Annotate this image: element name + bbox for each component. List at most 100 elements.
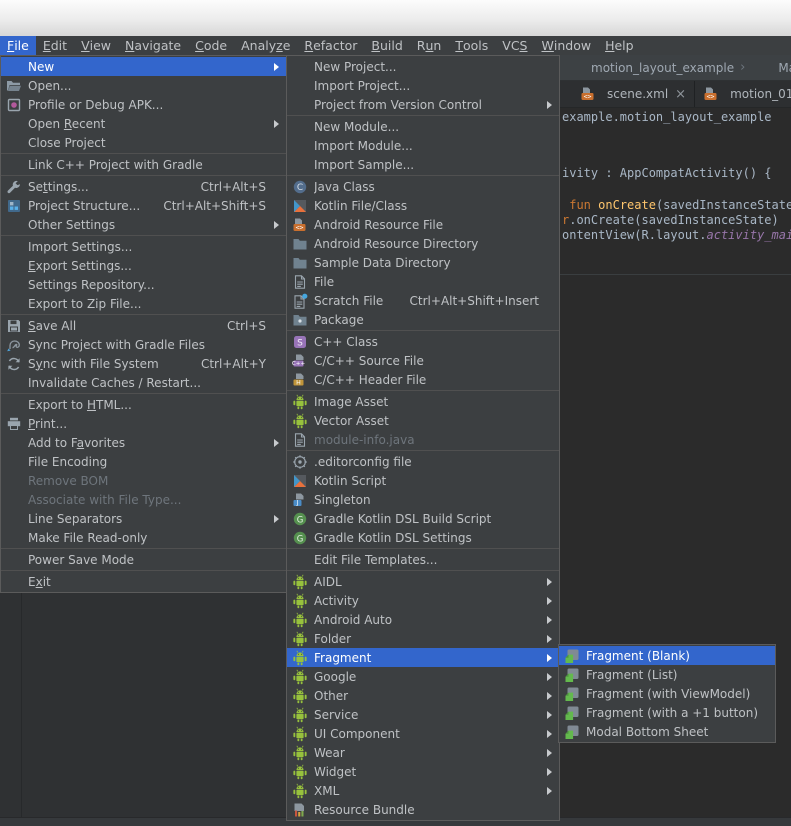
menu-item-close-project[interactable]: Close Project <box>1 133 286 152</box>
menu-item-invalidate-caches-restart[interactable]: Invalidate Caches / Restart... <box>1 373 286 392</box>
menu-item-project-from-version-control[interactable]: Project from Version Control <box>287 95 559 114</box>
menu-item-wear[interactable]: Wear <box>287 743 559 762</box>
editor-tab-motion-01-cl[interactable]: <>motion_01_cl_ <box>695 81 791 107</box>
menu-item-service[interactable]: Service <box>287 705 559 724</box>
menu-item-import-sample[interactable]: Import Sample... <box>287 155 559 174</box>
breadcrumb-project[interactable]: motion_layout_example <box>591 61 734 75</box>
menu-item-kotlin-file-class[interactable]: Kotlin File/Class <box>287 196 559 215</box>
menu-item-fragment-with-a-1-button[interactable]: Fragment (with a +1 button) <box>559 703 775 722</box>
menu-item-new-project[interactable]: New Project... <box>287 57 559 76</box>
menu-item-associate-with-file-type[interactable]: Associate with File Type... <box>1 490 286 509</box>
menu-item-singleton[interactable]: JSingleton <box>287 490 559 509</box>
menu-item-folder[interactable]: Folder <box>287 629 559 648</box>
menu-item-scratch-file[interactable]: Scratch FileCtrl+Alt+Shift+Insert <box>287 291 559 310</box>
menu-item-label: File Encoding <box>28 455 268 469</box>
menu-item-resource-bundle[interactable]: Resource Bundle <box>287 800 559 819</box>
menu-item-fragment-with-viewmodel[interactable]: Fragment (with ViewModel) <box>559 684 775 703</box>
menu-item-gradle-kotlin-dsl-settings[interactable]: GGradle Kotlin DSL Settings <box>287 528 559 547</box>
menu-item-gradle-kotlin-dsl-build-script[interactable]: GGradle Kotlin DSL Build Script <box>287 509 559 528</box>
menu-item-other-settings[interactable]: Other Settings <box>1 215 286 234</box>
menu-item-java-class[interactable]: CJava Class <box>287 177 559 196</box>
menu-item-module-info-java[interactable]: module-info.java <box>287 430 559 449</box>
menubar-item-refactor[interactable]: Refactor <box>297 36 364 55</box>
android-icon <box>292 707 308 723</box>
breadcrumb-class[interactable]: MainAc <box>778 61 791 75</box>
menu-item-kotlin-script[interactable]: Kotlin Script <box>287 471 559 490</box>
mnemonic-underline: S <box>520 38 528 53</box>
menubar-item-view[interactable]: View <box>74 36 118 55</box>
menubar-item-edit[interactable]: Edit <box>36 36 74 55</box>
menu-item-sample-data-directory[interactable]: Sample Data Directory <box>287 253 559 272</box>
menu-item-file[interactable]: File <box>287 272 559 291</box>
menu-item-xml[interactable]: XML <box>287 781 559 800</box>
blank-icon <box>292 552 308 568</box>
menu-item-vector-asset[interactable]: Vector Asset <box>287 411 559 430</box>
menubar-item-navigate[interactable]: Navigate <box>118 36 188 55</box>
menubar-item-tools[interactable]: Tools <box>448 36 495 55</box>
menu-item-fragment-list[interactable]: Fragment (List) <box>559 665 775 684</box>
menu-item-export-to-html[interactable]: Export to HTML... <box>1 395 286 414</box>
menubar-item-analyze[interactable]: Analyze <box>234 36 297 55</box>
menu-item-image-asset[interactable]: Image Asset <box>287 392 559 411</box>
folder-icon <box>292 255 308 271</box>
menubar-item-file[interactable]: File <box>0 36 36 55</box>
menu-item-open-recent[interactable]: Open Recent <box>1 114 286 133</box>
menu-item-import-module[interactable]: Import Module... <box>287 136 559 155</box>
menu-item-widget[interactable]: Widget <box>287 762 559 781</box>
menu-item-line-separators[interactable]: Line Separators <box>1 509 286 528</box>
menu-item-google[interactable]: Google <box>287 667 559 686</box>
menu-item-activity[interactable]: Activity <box>287 591 559 610</box>
menu-item-settings-repository[interactable]: Settings Repository... <box>1 275 286 294</box>
menu-item-export-to-zip-file[interactable]: Export to Zip File... <box>1 294 286 313</box>
menu-item-android-resource-directory[interactable]: Android Resource Directory <box>287 234 559 253</box>
menu-item-exit[interactable]: Exit <box>1 572 286 591</box>
menu-item-settings[interactable]: Settings...Ctrl+Alt+S <box>1 177 286 196</box>
blank-icon <box>6 397 22 413</box>
menu-item-export-settings[interactable]: Export Settings... <box>1 256 286 275</box>
menu-item-android-resource-file[interactable]: <>Android Resource File <box>287 215 559 234</box>
menubar-item-run[interactable]: Run <box>410 36 449 55</box>
menubar-item-build[interactable]: Build <box>364 36 409 55</box>
menu-item-import-settings[interactable]: Import Settings... <box>1 237 286 256</box>
menu-item-save-all[interactable]: Save AllCtrl+S <box>1 316 286 335</box>
menu-item-print[interactable]: Print... <box>1 414 286 433</box>
blank-icon <box>6 239 22 255</box>
menu-item-label: C/C++ Header File <box>314 373 541 387</box>
menu-item-c-c-header-file[interactable]: HC/C++ Header File <box>287 370 559 389</box>
menu-item-add-to-favorites[interactable]: Add to Favorites <box>1 433 286 452</box>
menu-item-profile-or-debug-apk[interactable]: Profile or Debug APK... <box>1 95 286 114</box>
close-tab-icon[interactable]: × <box>675 88 686 101</box>
menu-item-android-auto[interactable]: Android Auto <box>287 610 559 629</box>
menu-item-new-module[interactable]: New Module... <box>287 117 559 136</box>
menu-item-label: Image Asset <box>314 395 541 409</box>
menu-item-link-c-project-with-gradle[interactable]: Link C++ Project with Gradle <box>1 155 286 174</box>
menu-item-project-structure[interactable]: Project Structure...Ctrl+Alt+Shift+S <box>1 196 286 215</box>
menu-item-sync-project-with-gradle-files[interactable]: Sync Project with Gradle Files <box>1 335 286 354</box>
menu-item-fragment[interactable]: Fragment <box>287 648 559 667</box>
menu-item-open[interactable]: Open... <box>1 76 286 95</box>
menu-item-editorconfig-file[interactable]: .editorconfig file <box>287 452 559 471</box>
menu-item-c-class[interactable]: SC++ Class <box>287 332 559 351</box>
menubar-item-window[interactable]: Window <box>534 36 598 55</box>
svg-text:S: S <box>297 338 303 348</box>
menu-item-make-file-read-only[interactable]: Make File Read-only <box>1 528 286 547</box>
menu-item-ui-component[interactable]: UI Component <box>287 724 559 743</box>
menu-item-modal-bottom-sheet[interactable]: Modal Bottom Sheet <box>559 722 775 741</box>
menu-item-c-c-source-file[interactable]: C++C/C++ Source File <box>287 351 559 370</box>
menu-item-import-project[interactable]: Import Project... <box>287 76 559 95</box>
menu-item-power-save-mode[interactable]: Power Save Mode <box>1 550 286 569</box>
menu-item-new[interactable]: New <box>1 57 286 76</box>
menu-item-package[interactable]: Package <box>287 310 559 329</box>
editor-tab-scene-xml[interactable]: <>scene.xml× <box>572 81 695 107</box>
menu-item-sync-with-file-system[interactable]: Sync with File SystemCtrl+Alt+Y <box>1 354 286 373</box>
menu-separator <box>1 314 286 315</box>
menubar-item-help[interactable]: Help <box>598 36 641 55</box>
menubar-item-vcs[interactable]: VCS <box>495 36 534 55</box>
menu-item-file-encoding[interactable]: File Encoding <box>1 452 286 471</box>
menubar-item-code[interactable]: Code <box>188 36 234 55</box>
menu-item-fragment-blank[interactable]: Fragment (Blank) <box>559 646 775 665</box>
menu-item-other[interactable]: Other <box>287 686 559 705</box>
menu-item-remove-bom[interactable]: Remove BOM <box>1 471 286 490</box>
menu-item-edit-file-templates[interactable]: Edit File Templates... <box>287 550 559 569</box>
menu-item-aidl[interactable]: AIDL <box>287 572 559 591</box>
